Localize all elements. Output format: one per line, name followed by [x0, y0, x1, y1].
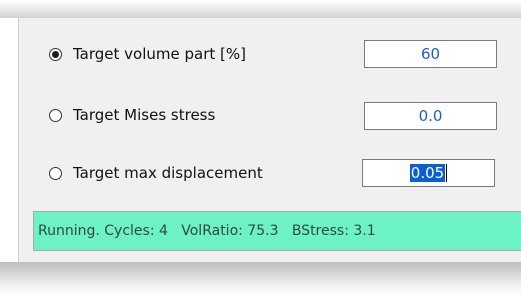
max-displacement-input[interactable]: 0.05 [362, 159, 495, 187]
radio-mises-stress[interactable] [49, 108, 62, 122]
status-bar: Running. Cycles: 4 VolRatio: 75.3 BStres… [33, 211, 521, 251]
radio-max-displacement[interactable] [49, 166, 62, 180]
max-displacement-value: 0.05 [409, 164, 446, 182]
volume-part-label: Target volume part [%] [73, 45, 246, 63]
text-caret [446, 164, 448, 182]
status-text: Running. Cycles: 4 VolRatio: 75.3 BStres… [38, 223, 376, 239]
radio-volume-part[interactable] [49, 47, 62, 61]
window-shadow-top [0, 0, 521, 18]
mises-stress-label: Target Mises stress [73, 106, 216, 124]
window-shadow-bottom [0, 262, 521, 296]
option-max-displacement[interactable]: Target max displacement [49, 160, 263, 186]
option-volume-part[interactable]: Target volume part [%] [49, 41, 246, 67]
volume-part-value: 60 [420, 45, 441, 63]
target-options-panel: Target volume part [%] 60 Target Mises s… [18, 18, 521, 262]
option-mises-stress[interactable]: Target Mises stress [49, 102, 215, 128]
mises-stress-input[interactable]: 0.0 [364, 102, 497, 130]
mises-stress-value: 0.0 [418, 107, 443, 125]
volume-part-input[interactable]: 60 [364, 40, 497, 68]
max-displacement-label: Target max displacement [73, 164, 263, 182]
